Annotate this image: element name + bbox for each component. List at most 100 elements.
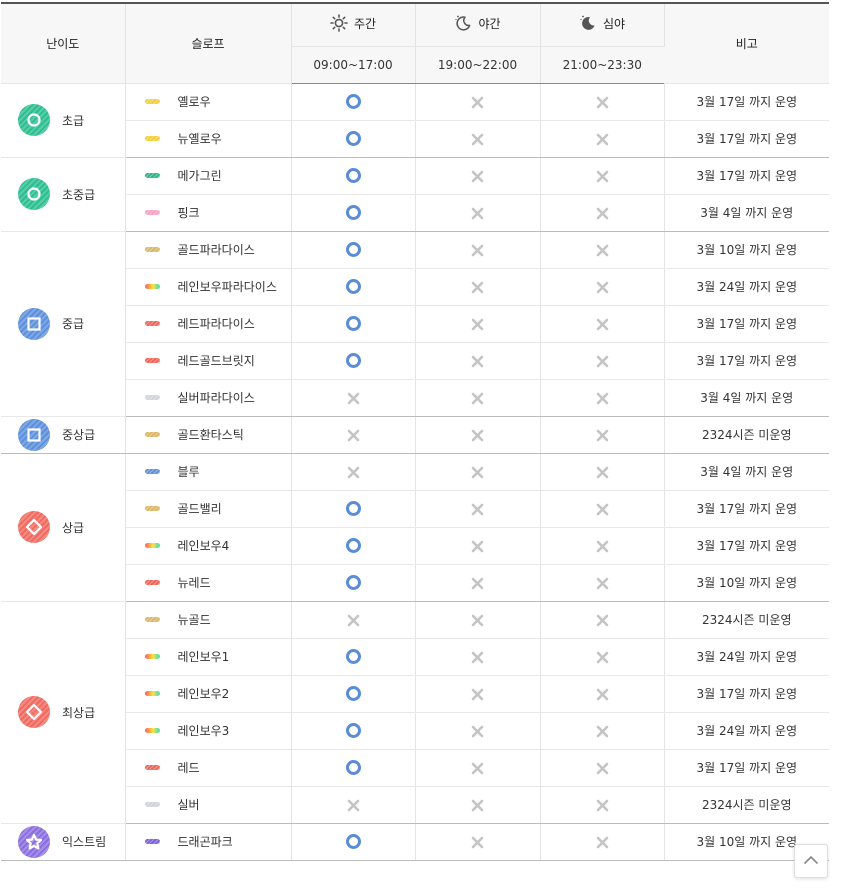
note-cell: 3월 10일 까지 운영 — [664, 231, 829, 269]
table-row: 레인보우파라다이스 3월 24일 까지 운영 — [1, 268, 829, 306]
closed-mark-icon — [471, 429, 484, 442]
night-status — [415, 416, 541, 454]
note-cell: 3월 24일 까지 운영 — [664, 712, 829, 750]
closed-mark-icon — [347, 429, 360, 442]
open-mark-icon — [345, 242, 361, 257]
closed-mark-icon — [471, 355, 484, 368]
slope-cell: 뉴레드 — [125, 564, 292, 602]
slope-name: 메가그린 — [177, 169, 222, 183]
slope-cell: 골드파라다이스 — [125, 231, 292, 269]
closed-mark-icon — [471, 466, 484, 479]
level-cell: 상급 — [1, 453, 126, 602]
note-cell: 3월 4일 까지 운영 — [664, 194, 829, 232]
header-day-label: 주간 — [353, 16, 377, 31]
note-cell: 3월 17일 까지 운영 — [664, 120, 829, 158]
closed-mark-icon — [471, 244, 484, 257]
closed-mark-icon — [471, 318, 484, 331]
late-status — [540, 268, 665, 306]
note-cell: 3월 17일 까지 운영 — [664, 675, 829, 713]
day-status — [291, 453, 416, 491]
night-status — [415, 268, 541, 306]
slope-cell: 레인보우1 — [125, 638, 292, 676]
slope-name: 레인보우1 — [177, 650, 230, 664]
note-cell: 3월 17일 까지 운영 — [664, 305, 829, 343]
table-row: 초중급 메가그린 3월 17일 까지 운영 — [1, 157, 829, 232]
closed-mark-icon — [596, 725, 609, 738]
day-status — [291, 712, 416, 750]
header-late-label: 심야 — [602, 16, 626, 31]
note-cell: 3월 17일 까지 운영 — [664, 527, 829, 565]
closed-mark-icon — [596, 799, 609, 812]
day-status — [291, 823, 416, 861]
late-status — [540, 527, 665, 565]
closed-mark-icon — [596, 688, 609, 701]
slope-cell: 골드밸리 — [125, 490, 292, 528]
closed-mark-icon — [347, 614, 360, 627]
table-row: 익스트림 드래곤파크 3월 10일 까지 운영 — [1, 823, 829, 861]
night-status — [415, 231, 541, 269]
closed-mark-icon — [471, 614, 484, 627]
note-cell: 2324시즌 미운영 — [664, 601, 829, 639]
open-mark-icon — [345, 279, 361, 294]
note-cell: 3월 17일 까지 운영 — [664, 83, 829, 121]
late-status — [540, 638, 665, 676]
note-cell: 3월 4일 까지 운영 — [664, 453, 829, 491]
late-status — [540, 305, 665, 343]
day-status — [291, 601, 416, 639]
closed-mark-icon — [471, 762, 484, 775]
night-status — [415, 601, 541, 639]
closed-mark-icon — [471, 170, 484, 183]
slope-name: 핑크 — [177, 206, 200, 220]
slope-cell: 레인보우파라다이스 — [125, 268, 292, 306]
slope-name: 골드밸리 — [177, 502, 222, 516]
closed-mark-icon — [596, 207, 609, 220]
slope-name: 뉴레드 — [177, 576, 211, 590]
table-row: 레드 3월 17일 까지 운영 — [1, 749, 829, 787]
open-mark-icon — [345, 205, 361, 220]
header-late-time: 21:00~23:30 — [540, 46, 664, 84]
level-cell: 중상급 — [1, 416, 126, 454]
day-status — [291, 379, 416, 417]
slope-name: 실버파라다이스 — [177, 391, 255, 405]
open-mark-icon — [345, 353, 361, 368]
slope-color-icon — [144, 321, 160, 326]
slope-cell: 레드골드브릿지 — [125, 342, 292, 380]
closed-mark-icon — [471, 577, 484, 590]
slope-color-icon — [144, 395, 160, 400]
closed-mark-icon — [471, 688, 484, 701]
level-label: 중상급 — [62, 428, 96, 442]
slope-color-icon — [144, 173, 160, 178]
day-status — [291, 490, 416, 528]
slope-cell: 실버 — [125, 786, 292, 824]
table-row: 레드골드브릿지 3월 17일 까지 운영 — [1, 342, 829, 380]
level-circle-icon — [18, 178, 50, 210]
closed-mark-icon — [596, 614, 609, 627]
note-cell: 3월 17일 까지 운영 — [664, 749, 829, 787]
day-status — [291, 786, 416, 824]
closed-mark-icon — [596, 355, 609, 368]
slope-color-icon — [144, 469, 160, 474]
header-day-time: 09:00~17:00 — [291, 46, 416, 84]
open-mark-icon — [345, 168, 361, 183]
slope-cell: 골드환타스틱 — [125, 416, 292, 454]
note-cell: 2324시즌 미운영 — [664, 416, 829, 454]
slope-name: 골드환타스틱 — [177, 428, 244, 442]
day-status — [291, 527, 416, 565]
night-status — [415, 453, 541, 491]
table-row: 중급 골드파라다이스 3월 10일 까지 운영 — [1, 231, 829, 417]
day-status — [291, 749, 416, 787]
late-status — [540, 601, 665, 639]
late-status — [540, 786, 665, 824]
late-status — [540, 194, 665, 232]
slope-color-icon — [144, 432, 160, 437]
night-status — [415, 564, 541, 602]
header-slope: 슬로프 — [125, 2, 292, 84]
late-status — [540, 749, 665, 787]
open-mark-icon — [345, 723, 361, 738]
late-status — [540, 675, 665, 713]
day-status — [291, 305, 416, 343]
open-mark-icon — [345, 538, 361, 553]
slope-name: 레인보우파라다이스 — [177, 280, 277, 294]
scroll-to-top-button[interactable] — [794, 844, 828, 878]
note-cell: 3월 17일 까지 운영 — [664, 342, 829, 380]
